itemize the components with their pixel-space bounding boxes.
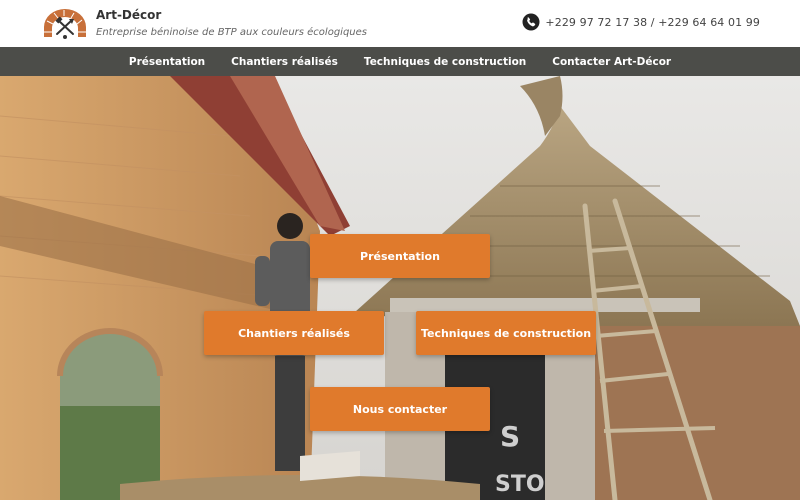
hero-banner: S STO xyxy=(0,76,800,500)
chantiers-button[interactable]: Chantiers réalisés xyxy=(204,311,384,355)
header-contact: +229 97 72 17 38 / +229 64 64 01 99 xyxy=(522,13,760,31)
phone-icon xyxy=(522,13,540,31)
brand-name[interactable]: Art-Décor xyxy=(96,8,367,23)
brick-arch-logo-icon[interactable] xyxy=(42,7,88,39)
nav-item-contact[interactable]: Contacter Art-Décor xyxy=(552,56,671,68)
nav-item-techniques[interactable]: Techniques de construction xyxy=(364,56,526,68)
svg-text:STO: STO xyxy=(495,472,545,497)
nav-item-presentation[interactable]: Présentation xyxy=(129,56,205,68)
contact-button[interactable]: Nous contacter xyxy=(310,387,490,431)
phone-numbers[interactable]: +229 97 72 17 38 / +229 64 64 01 99 xyxy=(545,16,760,29)
techniques-button[interactable]: Techniques de construction xyxy=(416,311,596,355)
brand-tagline: Entreprise béninoise de BTP aux couleurs… xyxy=(96,27,367,38)
svg-text:S: S xyxy=(500,420,520,453)
presentation-button[interactable]: Présentation xyxy=(310,234,490,278)
nav-item-chantiers[interactable]: Chantiers réalisés xyxy=(231,56,338,68)
brand-block: Art-Décor Entreprise béninoise de BTP au… xyxy=(96,8,367,40)
site-header: Art-Décor Entreprise béninoise de BTP au… xyxy=(0,0,800,47)
hero-construction-image: S STO xyxy=(0,76,800,500)
main-nav: Présentation Chantiers réalisés Techniqu… xyxy=(0,47,800,76)
